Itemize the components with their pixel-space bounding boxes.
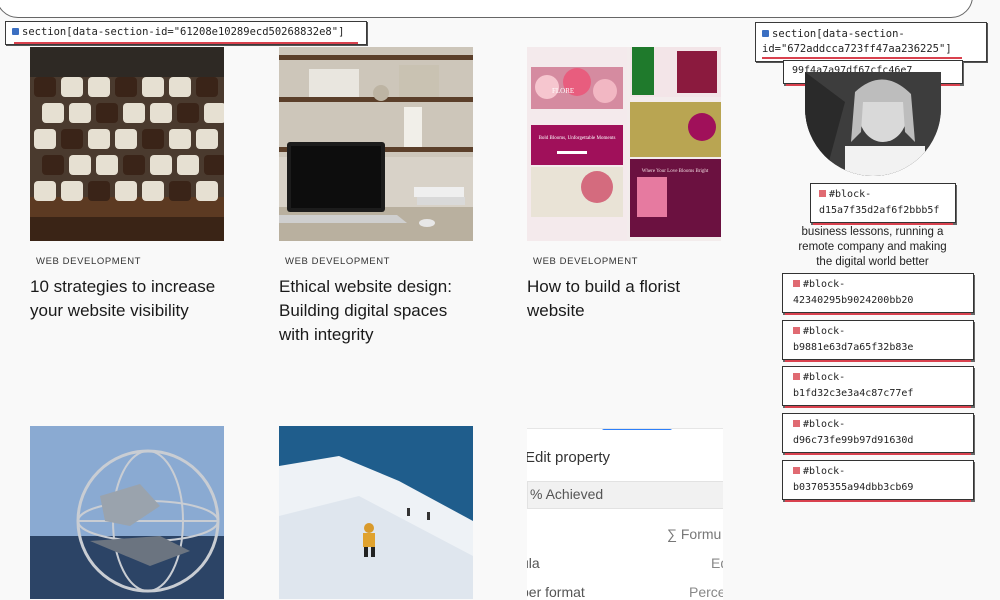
block-icon: [793, 420, 800, 427]
typewriter-key: [142, 129, 164, 149]
typewriter-key: [150, 103, 172, 123]
block-icon: [819, 190, 826, 197]
typewriter-key: [115, 129, 137, 149]
property-name-input[interactable]: % Achieved: [527, 481, 723, 509]
typewriter-key: [88, 77, 110, 97]
florist-tagline: Bold Blooms, Unforgettable Moments: [539, 136, 616, 141]
formula-row-label: ula: [527, 555, 540, 571]
highlight-underline: [785, 313, 971, 315]
typewriter-key: [204, 155, 224, 175]
section-icon: [12, 28, 19, 35]
typewriter-key: [34, 181, 56, 201]
post-title[interactable]: Ethical website design: Building digital…: [279, 275, 469, 347]
author-avatar: [805, 72, 941, 176]
section-selector-text: section[data-section-id="61208e10289ecd5…: [22, 26, 345, 38]
post-thumbnail-snowboarder[interactable]: [279, 426, 473, 599]
section-selector-label-right: section[data-section- id="672addcca723ff…: [755, 22, 987, 62]
block-label: #block- 42340295b9024200bb20: [782, 273, 974, 315]
florist-banner: Where Your Love Blooms Bright: [642, 169, 709, 174]
typewriter-key: [142, 77, 164, 97]
typewriter-key: [61, 77, 83, 97]
block-label: #block- b9881e63d7a65f32b83e: [782, 320, 974, 362]
typewriter-key: [169, 181, 191, 201]
typewriter-key: [42, 155, 64, 175]
post-title[interactable]: 10 strategies to increase your website v…: [30, 275, 230, 323]
typewriter-key: [96, 155, 118, 175]
post-category: WEB DEVELOPMENT: [533, 256, 639, 267]
post-thumbnail-globe[interactable]: [30, 426, 224, 599]
panel-header: Edit property: [527, 449, 611, 466]
typewriter-key: [34, 129, 56, 149]
block-label: #block- d96c73fe99b97d91630d: [782, 413, 974, 455]
block-icon: [793, 467, 800, 474]
post-thumbnail-typewriter[interactable]: [30, 47, 224, 241]
typewriter-key: [123, 155, 145, 175]
typewriter-key: [115, 181, 137, 201]
number-format-label: ber format: [527, 584, 585, 600]
typewriter-key: [88, 181, 110, 201]
typewriter-key: [150, 155, 172, 175]
section-selector-label: section[data-section-id="61208e10289ecd5…: [5, 21, 367, 45]
highlight-underline: [785, 360, 971, 362]
post-thumbnail-laptop[interactable]: [279, 47, 473, 241]
avatar-block-label: #block- d15a7f35d2af6f2bbb5f: [810, 183, 956, 225]
post-category: WEB DEVELOPMENT: [36, 256, 142, 267]
formula-row-value[interactable]: Ed: [711, 555, 723, 571]
number-format-value[interactable]: Perce: [689, 584, 723, 600]
typewriter-key: [34, 77, 56, 97]
highlight-underline: [785, 500, 971, 502]
typewriter-key: [177, 103, 199, 123]
top-navigation-bar: [0, 0, 973, 18]
typewriter-key: [169, 129, 191, 149]
typewriter-key: [69, 155, 91, 175]
highlight-underline: [785, 453, 971, 455]
typewriter-key: [204, 103, 224, 123]
typewriter-key: [88, 129, 110, 149]
typewriter-key: [169, 77, 191, 97]
post-title[interactable]: How to build a florist website: [527, 275, 717, 323]
block-icon: [793, 373, 800, 380]
author-bio: business lessons, running a remote compa…: [798, 226, 947, 268]
highlight-underline: [785, 406, 971, 408]
typewriter-key: [196, 181, 218, 201]
post-category: WEB DEVELOPMENT: [285, 256, 391, 267]
block-icon: [793, 280, 800, 287]
section-selector-text: section[data-section-: [772, 28, 905, 40]
section-icon: [762, 30, 769, 37]
formula-type-label[interactable]: ∑ Formu: [667, 526, 721, 542]
selection-indicator: [602, 429, 672, 430]
property-name-value: % Achieved: [530, 486, 604, 502]
typewriter-key: [69, 103, 91, 123]
section-selector-text-cont: id="672addcca723ff47aa236225"]: [762, 43, 952, 55]
typewriter-key: [115, 77, 137, 97]
typewriter-key: [142, 181, 164, 201]
typewriter-key: [96, 103, 118, 123]
typewriter-key: [196, 129, 218, 149]
florist-brand: FLORE: [552, 87, 574, 95]
typewriter-key: [61, 129, 83, 149]
block-label: #block- b03705355a94dbb3cb69: [782, 460, 974, 502]
post-thumbnail-florist[interactable]: Bold Blooms, Unforgettable Moments FLORE…: [527, 47, 721, 241]
typewriter-key: [196, 77, 218, 97]
typewriter-key: [42, 103, 64, 123]
typewriter-key: [177, 155, 199, 175]
block-icon: [793, 327, 800, 334]
typewriter-key: [123, 103, 145, 123]
typewriter-key: [61, 181, 83, 201]
block-label: #block- b1fd32c3e3a4c87c77ef: [782, 366, 974, 408]
edit-property-panel: Edit property % Achieved ∑ Formu ula Ed …: [527, 428, 723, 600]
